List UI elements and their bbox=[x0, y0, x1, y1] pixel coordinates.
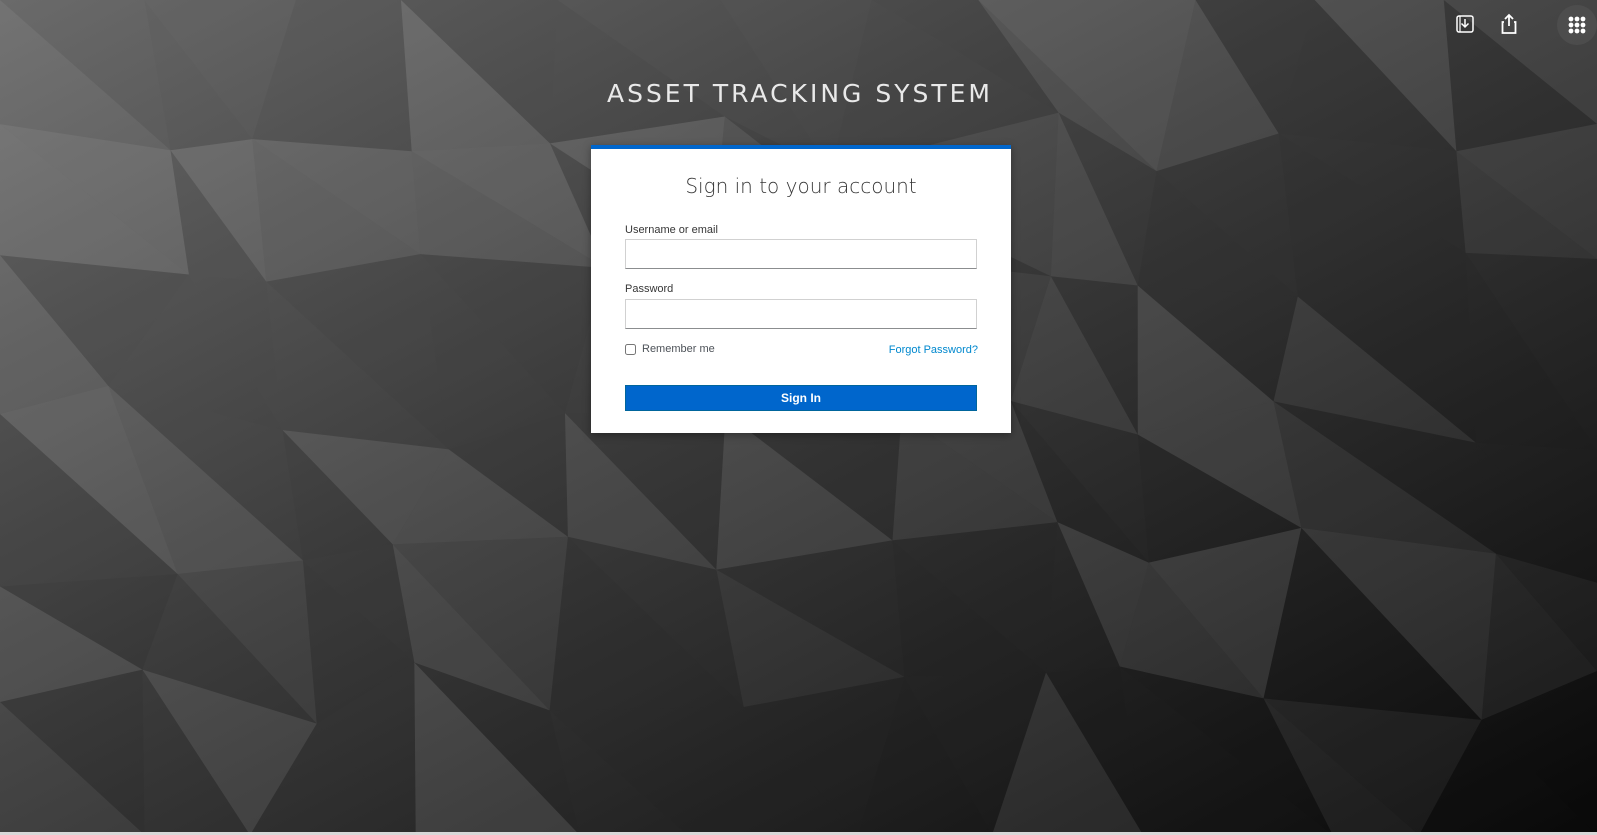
password-input[interactable] bbox=[625, 299, 977, 329]
share-icon[interactable] bbox=[1495, 10, 1523, 38]
apps-grid-icon[interactable] bbox=[1557, 5, 1597, 45]
username-input[interactable] bbox=[625, 239, 977, 269]
remember-me-row: Remember me bbox=[625, 343, 715, 355]
login-card: Sign in to your account Username or emai… bbox=[591, 145, 1011, 433]
top-right-toolbar bbox=[1417, 0, 1597, 50]
login-heading: Sign in to your account bbox=[685, 174, 917, 198]
password-label: Password bbox=[625, 283, 674, 295]
remember-me-checkbox[interactable] bbox=[625, 343, 636, 355]
sign-in-button[interactable]: Sign In bbox=[625, 385, 977, 411]
remember-me-label: Remember me bbox=[642, 343, 715, 355]
forgot-password-link[interactable]: Forgot Password? bbox=[889, 344, 978, 356]
username-label: Username or email bbox=[625, 224, 718, 236]
brand-title: ASSET TRACKING SYSTEM bbox=[606, 78, 994, 108]
import-icon[interactable] bbox=[1451, 10, 1479, 38]
